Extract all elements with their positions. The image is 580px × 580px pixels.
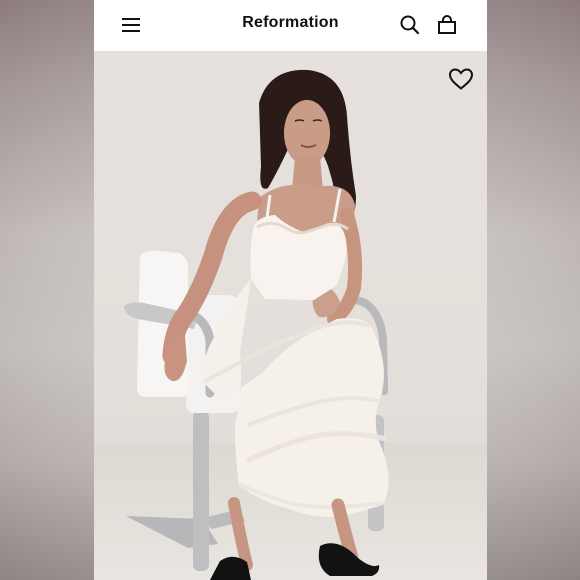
search-button[interactable] (397, 12, 423, 38)
top-header: Reformation (94, 0, 487, 51)
shopping-bag-icon (438, 15, 456, 34)
left-blurred-background (0, 0, 94, 580)
cart-button[interactable] (434, 12, 460, 38)
model-in-dress-illustration (124, 69, 389, 580)
search-icon (400, 15, 420, 35)
product-photo[interactable] (94, 51, 487, 580)
brand-logo[interactable]: Reformation (94, 14, 487, 32)
heart-icon (448, 68, 474, 90)
right-blurred-background (486, 0, 580, 580)
app-screen: Reformation (94, 0, 487, 580)
favorite-button[interactable] (448, 67, 474, 91)
